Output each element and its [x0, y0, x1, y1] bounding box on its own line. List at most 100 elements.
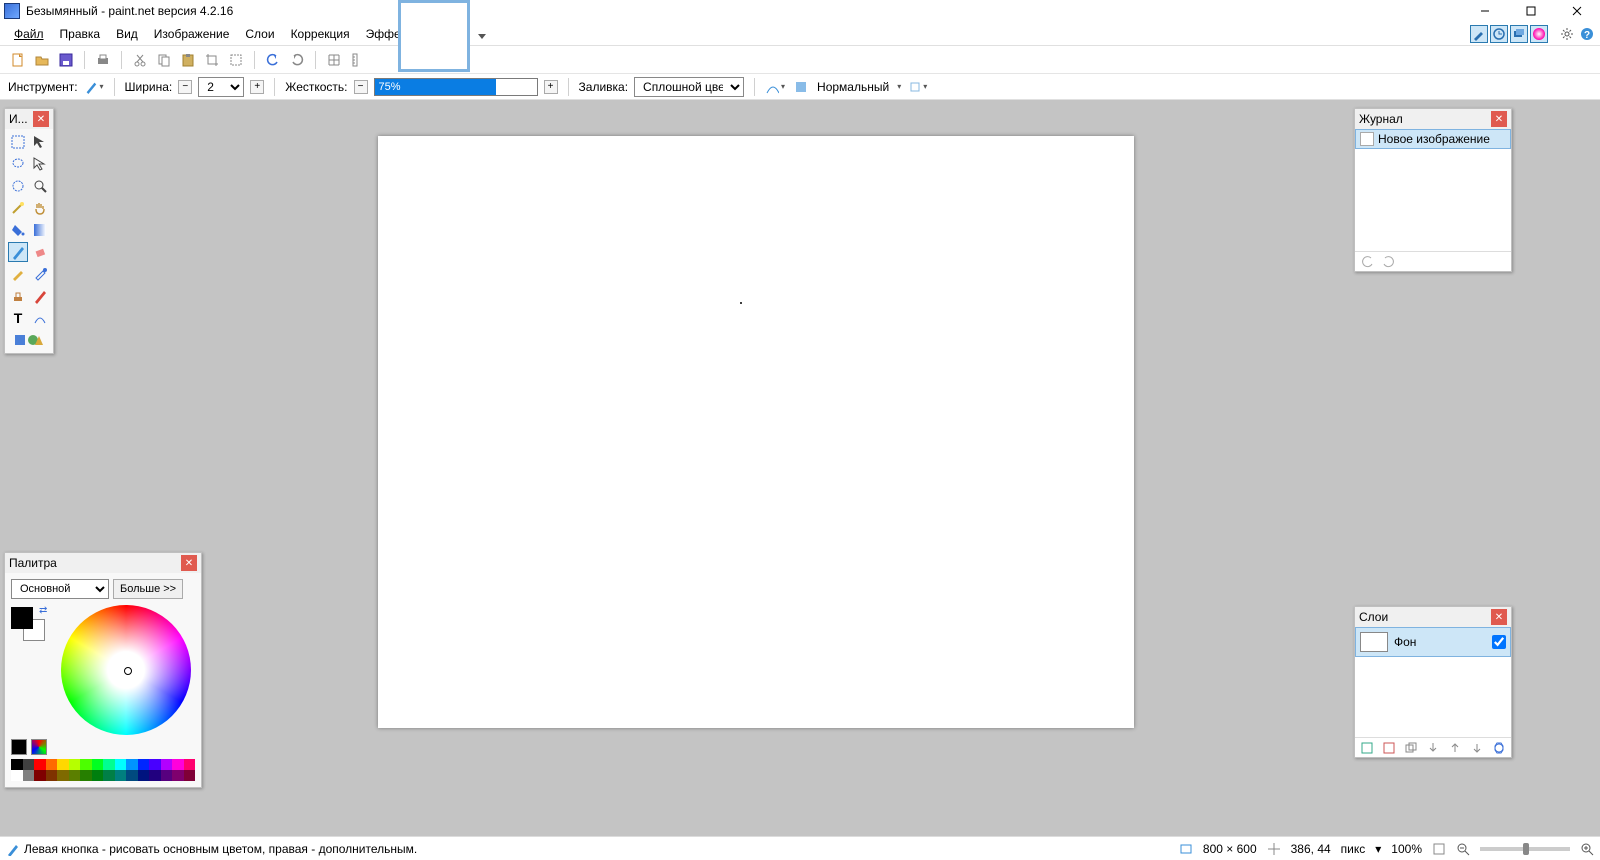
move-up-icon[interactable]	[1447, 740, 1463, 756]
cursor-indicator	[740, 302, 742, 304]
paintbrush-tool[interactable]	[8, 242, 28, 262]
width-increment[interactable]: +	[250, 80, 264, 94]
cursor-position-icon	[1267, 842, 1281, 856]
gradient-tool[interactable]	[30, 220, 50, 240]
title-bar: Безымянный - paint.net версия 4.2.16	[0, 0, 1600, 22]
move-down-icon[interactable]	[1469, 740, 1485, 756]
current-tool-icon[interactable]: ▾	[84, 77, 104, 97]
magic-wand-tool[interactable]	[8, 198, 28, 218]
crop-icon[interactable]	[202, 50, 222, 70]
close-button[interactable]	[1554, 0, 1600, 22]
brush-width-input[interactable]: 2	[198, 77, 244, 97]
fill-label: Заливка:	[579, 80, 629, 94]
lasso-tool[interactable]	[8, 154, 28, 174]
status-canvas-size: 800 × 600	[1203, 842, 1257, 856]
layers-window-title: Слои	[1359, 610, 1388, 624]
open-file-icon[interactable]	[32, 50, 52, 70]
sampling-icon[interactable]: ▾	[907, 77, 927, 97]
menu-image[interactable]: Изображение	[146, 23, 238, 45]
layers-toggle-icon[interactable]	[1510, 25, 1528, 43]
history-item[interactable]: Новое изображение	[1355, 129, 1511, 149]
blend-mode-icon[interactable]	[791, 77, 811, 97]
shapes-tool[interactable]	[8, 330, 50, 350]
status-tool-icon	[6, 842, 20, 856]
more-colors-button[interactable]: Больше >>	[113, 579, 183, 599]
color-picker-tool[interactable]	[30, 264, 50, 284]
move-selection-tool[interactable]	[30, 132, 50, 152]
print-icon[interactable]	[93, 50, 113, 70]
menu-adjustments[interactable]: Коррекция	[283, 23, 358, 45]
delete-layer-icon[interactable]	[1381, 740, 1397, 756]
copy-icon[interactable]	[154, 50, 174, 70]
history-redo-icon[interactable]	[1381, 255, 1395, 269]
grid-icon[interactable]	[324, 50, 344, 70]
redo-icon[interactable]	[287, 50, 307, 70]
layer-item[interactable]: Фон	[1355, 627, 1511, 657]
colors-toggle-icon[interactable]	[1530, 25, 1548, 43]
ruler-icon[interactable]	[348, 50, 368, 70]
duplicate-layer-icon[interactable]	[1403, 740, 1419, 756]
move-pixels-tool[interactable]	[30, 154, 50, 174]
history-undo-icon[interactable]	[1361, 255, 1375, 269]
hardness-decrement[interactable]: −	[354, 80, 368, 94]
clone-stamp-tool[interactable]	[8, 286, 28, 306]
menu-edit[interactable]: Правка	[52, 23, 109, 45]
tools-toggle-icon[interactable]	[1470, 25, 1488, 43]
layer-properties-icon[interactable]	[1491, 740, 1507, 756]
cut-icon[interactable]	[130, 50, 150, 70]
history-toggle-icon[interactable]	[1490, 25, 1508, 43]
layer-visibility-checkbox[interactable]	[1492, 635, 1506, 649]
colors-window-close-icon[interactable]: ✕	[181, 555, 197, 571]
add-layer-icon[interactable]	[1359, 740, 1375, 756]
hardness-label: Жесткость:	[285, 80, 347, 94]
swap-colors-icon[interactable]: ⇄	[39, 605, 47, 616]
rect-select-tool[interactable]	[8, 132, 28, 152]
layers-window-close-icon[interactable]: ✕	[1491, 609, 1507, 625]
zoom-in-icon[interactable]	[1580, 842, 1594, 856]
pan-tool[interactable]	[30, 198, 50, 218]
hardness-slider[interactable]: 75%	[374, 78, 538, 96]
maximize-button[interactable]	[1508, 0, 1554, 22]
merge-down-icon[interactable]	[1425, 740, 1441, 756]
hardness-increment[interactable]: +	[544, 80, 558, 94]
primary-color-swatch[interactable]	[11, 607, 33, 629]
line-tool[interactable]	[30, 308, 50, 328]
deselect-icon[interactable]	[226, 50, 246, 70]
menu-layers[interactable]: Слои	[237, 23, 282, 45]
window-title: Безымянный - paint.net версия 4.2.16	[26, 4, 1462, 18]
tools-window-close-icon[interactable]: ✕	[33, 111, 49, 127]
unit-dropdown-icon[interactable]: ▾	[1375, 842, 1381, 856]
settings-icon[interactable]	[1558, 25, 1576, 43]
fill-select[interactable]: Сплошной цвет	[634, 77, 744, 97]
new-file-icon[interactable]	[8, 50, 28, 70]
document-thumbnail[interactable]	[398, 0, 470, 72]
recolor-tool[interactable]	[30, 286, 50, 306]
zoom-slider[interactable]	[1480, 847, 1570, 851]
ellipse-select-tool[interactable]	[8, 176, 28, 196]
paint-bucket-tool[interactable]	[8, 220, 28, 240]
palette-menu-icon[interactable]	[31, 739, 47, 755]
antialias-icon[interactable]: ▾	[765, 77, 785, 97]
document-list-dropdown-icon[interactable]	[476, 30, 488, 42]
save-file-icon[interactable]	[56, 50, 76, 70]
pencil-tool[interactable]	[8, 264, 28, 284]
width-decrement[interactable]: −	[178, 80, 192, 94]
zoom-tool[interactable]	[30, 176, 50, 196]
paste-icon[interactable]	[178, 50, 198, 70]
color-mode-select[interactable]: Основной	[11, 579, 109, 599]
menu-view[interactable]: Вид	[108, 23, 146, 45]
undo-icon[interactable]	[263, 50, 283, 70]
zoom-out-icon[interactable]	[1456, 842, 1470, 856]
fit-window-icon[interactable]	[1432, 842, 1446, 856]
help-icon[interactable]: ?	[1578, 25, 1596, 43]
palette-strip[interactable]	[11, 759, 195, 781]
canvas[interactable]	[378, 136, 1134, 728]
eraser-tool[interactable]	[30, 242, 50, 262]
status-unit-label[interactable]: пикс	[1341, 842, 1366, 856]
minimize-button[interactable]	[1462, 0, 1508, 22]
history-window-close-icon[interactable]: ✕	[1491, 111, 1507, 127]
blend-dropdown-icon[interactable]: ▾	[897, 82, 901, 91]
black-swatch-icon[interactable]	[11, 739, 27, 755]
menu-file[interactable]: Файл	[6, 23, 52, 45]
text-tool[interactable]: T	[8, 308, 28, 328]
